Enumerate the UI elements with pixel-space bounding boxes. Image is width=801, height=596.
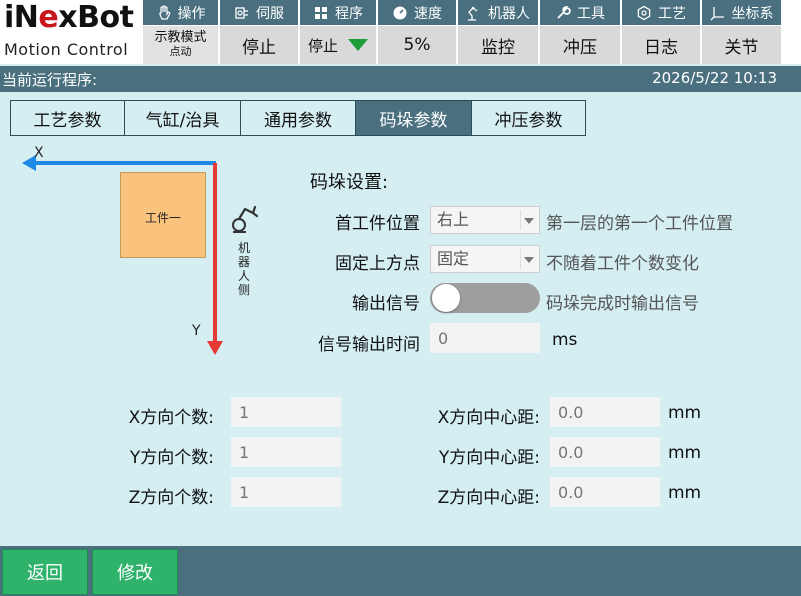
workpiece-one: 工件一 xyxy=(120,172,206,258)
speed-icon xyxy=(393,6,407,19)
status-row: 示教模式 点动 停止 停止 5% 监控 冲压 日志 关节 xyxy=(143,26,781,64)
first-position-label: 首工件位置 xyxy=(335,214,420,234)
stamping-button[interactable]: 冲压 xyxy=(540,26,622,64)
z-count-label: Z方向个数: xyxy=(128,488,214,508)
y-count-input[interactable] xyxy=(231,437,341,467)
hand-icon xyxy=(158,4,170,20)
y-axis-label: Y xyxy=(192,323,201,339)
z-distance-label: Z方向中心距: xyxy=(437,488,540,508)
menu-operate-label: 操作 xyxy=(177,5,206,22)
menu-coordinate-label: 坐标系 xyxy=(731,5,774,22)
first-position-select[interactable]: 右上 xyxy=(430,206,540,234)
current-program-label: 当前运行程序: xyxy=(2,71,98,89)
fixed-top-label: 固定上方点 xyxy=(335,254,420,274)
menu-program-label: 程序 xyxy=(335,5,363,22)
teach-mode-label: 示教模式 xyxy=(154,30,207,45)
menu-servo[interactable]: 伺服 xyxy=(220,0,300,25)
header: iNexBot Motion Control 操作 伺服 程序 速度 机器人 工… xyxy=(0,0,801,64)
menu-process-label: 工艺 xyxy=(658,5,686,22)
tab-process-params[interactable]: 工艺参数 xyxy=(10,100,125,136)
robot-icon xyxy=(468,6,478,21)
back-button[interactable]: 返回 xyxy=(2,549,88,595)
signal-time-unit: ms xyxy=(552,330,578,350)
x-count-input[interactable] xyxy=(231,397,341,427)
menu-robot[interactable]: 机器人 xyxy=(458,0,540,25)
menu-process[interactable]: 工艺 xyxy=(622,0,702,25)
brand-logo: iNexBot Motion Control xyxy=(0,0,143,64)
menu-servo-label: 伺服 xyxy=(256,5,284,22)
first-position-hint: 第一层的第一个工件位置 xyxy=(546,214,733,234)
menu-operate[interactable]: 操作 xyxy=(143,0,220,25)
servo-state[interactable]: 停止 xyxy=(220,26,300,64)
y-distance-input[interactable] xyxy=(550,437,660,467)
chevron-down-icon xyxy=(524,218,534,224)
x-distance-label: X方向中心距: xyxy=(437,408,540,428)
menu-speed-label: 速度 xyxy=(414,5,442,22)
menu-robot-label: 机器人 xyxy=(488,5,530,22)
jog-label: 点动 xyxy=(169,45,192,58)
robot-arm-icon xyxy=(232,205,259,233)
y-distance-label: Y方向中心距: xyxy=(438,448,540,468)
top-menu: 操作 伺服 程序 速度 机器人 工具 工艺 坐标系 xyxy=(143,0,781,25)
param-tabs: 工艺参数 气缸/治具 通用参数 码垛参数 冲压参数 xyxy=(10,100,586,136)
menu-tool-label: 工具 xyxy=(577,5,605,22)
toggle-knob xyxy=(432,284,460,312)
signal-time-input[interactable] xyxy=(430,323,540,353)
tab-general-params[interactable]: 通用参数 xyxy=(240,100,356,136)
log-button[interactable]: 日志 xyxy=(622,26,702,64)
speed-value[interactable]: 5% xyxy=(378,26,458,64)
fixed-top-select[interactable]: 固定 xyxy=(430,245,540,273)
menu-coordinate[interactable]: 坐标系 xyxy=(702,0,781,25)
menu-tool[interactable]: 工具 xyxy=(540,0,622,25)
palletizing-diagram: X Y 工件一 机器人侧 xyxy=(20,145,260,365)
first-position-value: 右上 xyxy=(437,210,470,229)
y-count-label: Y方向个数: xyxy=(129,448,214,468)
coordinate-icon xyxy=(710,6,724,20)
chevron-down-icon xyxy=(524,257,534,263)
y-distance-unit: mm xyxy=(668,443,702,463)
tab-cylinder-fixture[interactable]: 气缸/治具 xyxy=(124,100,241,136)
fixed-top-hint: 不随着工件个数变化 xyxy=(546,254,699,274)
x-distance-unit: mm xyxy=(668,403,702,423)
z-count-input[interactable] xyxy=(231,477,341,507)
x-count-label: X方向个数: xyxy=(128,408,214,428)
tab-stamping-params[interactable]: 冲压参数 xyxy=(471,100,586,136)
menu-speed[interactable]: 速度 xyxy=(378,0,458,25)
tab-palletizing-params[interactable]: 码垛参数 xyxy=(355,100,472,136)
menu-program[interactable]: 程序 xyxy=(300,0,378,25)
servo-icon xyxy=(235,6,248,19)
process-icon xyxy=(637,5,651,20)
x-distance-input[interactable] xyxy=(550,397,660,427)
teach-mode-button[interactable]: 示教模式 点动 xyxy=(143,26,220,64)
signal-time-label: 信号输出时间 xyxy=(318,335,420,355)
run-indicator-icon xyxy=(348,39,368,51)
run-state-label: 停止 xyxy=(307,36,338,55)
program-icon xyxy=(315,6,327,19)
footer-bar: 返回 修改 xyxy=(0,546,801,596)
y-axis-arrow xyxy=(207,341,223,355)
robot-side-label: 机器人侧 xyxy=(237,241,250,297)
datetime: 2026/5/22 10:13 xyxy=(652,69,777,87)
modify-button[interactable]: 修改 xyxy=(92,549,178,595)
wrench-icon xyxy=(557,5,571,19)
info-bar: 当前运行程序: 2026/5/22 10:13 xyxy=(0,66,801,92)
output-signal-hint: 码垛完成时输出信号 xyxy=(546,294,699,314)
palletizing-settings-title: 码垛设置: xyxy=(310,172,389,193)
run-state-button[interactable]: 停止 xyxy=(300,26,378,64)
z-distance-input[interactable] xyxy=(550,477,660,507)
logo-wordmark: iNexBot xyxy=(4,0,134,35)
output-signal-label: 输出信号 xyxy=(352,294,420,314)
z-distance-unit: mm xyxy=(668,483,702,503)
output-signal-toggle[interactable] xyxy=(430,283,540,313)
monitor-button[interactable]: 监控 xyxy=(458,26,540,64)
logo-tagline: Motion Control xyxy=(4,40,129,59)
x-axis-label: X xyxy=(34,145,44,161)
joint-button[interactable]: 关节 xyxy=(702,26,781,64)
fixed-top-value: 固定 xyxy=(437,249,470,268)
